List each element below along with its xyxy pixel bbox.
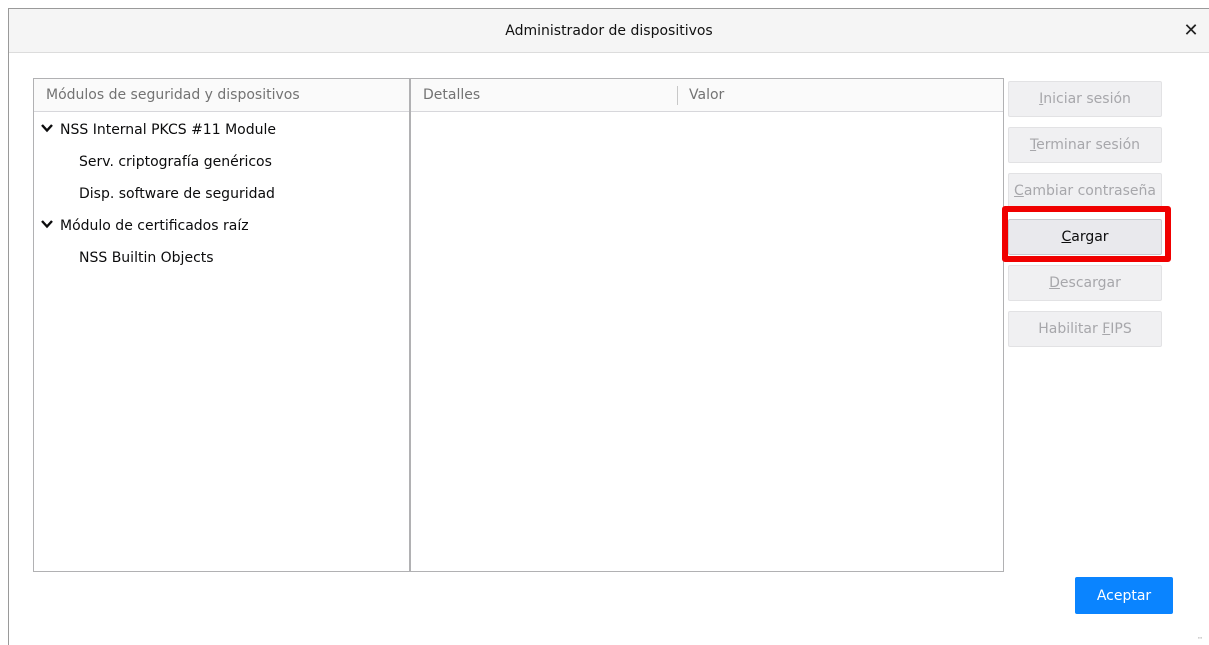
tree-item-label: Disp. software de seguridad (79, 186, 275, 202)
logout-button[interactable]: Terminar sesión (1008, 127, 1162, 163)
resize-grip-icon[interactable]: ⠤ (1197, 633, 1205, 641)
tree-item-nss-internal[interactable]: NSS Internal PKCS #11 Module (34, 114, 409, 146)
unload-button[interactable]: Descargar (1008, 265, 1162, 301)
title-bar: Administrador de dispositivos ✕ (9, 9, 1209, 53)
details-column-header: Detalles Valor (411, 79, 1003, 112)
chevron-down-icon[interactable] (40, 121, 54, 135)
modules-column-header[interactable]: Módulos de seguridad y dispositivos (34, 79, 409, 112)
enable-fips-button[interactable]: Habilitar FIPS (1008, 311, 1162, 347)
action-buttons: Iniciar sesión Terminar sesión Cambiar c… (1008, 81, 1162, 357)
modules-tree-panel: Módulos de seguridad y dispositivos NSS … (33, 78, 410, 572)
tree-item-label: NSS Internal PKCS #11 Module (60, 122, 276, 138)
tree-item-label: Serv. criptografía genéricos (79, 154, 272, 170)
ok-button[interactable]: Aceptar (1075, 577, 1173, 614)
load-button[interactable]: Cargar (1008, 219, 1162, 255)
tree-item-nss-builtin[interactable]: NSS Builtin Objects (34, 242, 409, 274)
modules-header-label: Módulos de seguridad y dispositivos (46, 87, 300, 103)
tree-item-software-device[interactable]: Disp. software de seguridad (34, 178, 409, 210)
tree-item-label: NSS Builtin Objects (79, 250, 214, 266)
details-panel: Detalles Valor (410, 78, 1004, 572)
details-header-label[interactable]: Detalles (423, 79, 480, 112)
chevron-down-icon[interactable] (40, 217, 54, 231)
login-button[interactable]: Iniciar sesión (1008, 81, 1162, 117)
close-icon: ✕ (1183, 20, 1199, 41)
tree-item-generic-crypto[interactable]: Serv. criptografía genéricos (34, 146, 409, 178)
close-button[interactable]: ✕ (1179, 19, 1203, 43)
tree-item-label: Módulo de certificados raíz (60, 218, 249, 234)
value-header-label[interactable]: Valor (689, 79, 724, 112)
modules-tree: NSS Internal PKCS #11 Module Serv. cript… (34, 112, 409, 274)
dialog-title: Administrador de dispositivos (505, 23, 713, 39)
column-separator[interactable] (677, 86, 678, 105)
tree-item-root-certs[interactable]: Módulo de certificados raíz (34, 210, 409, 242)
change-password-button[interactable]: Cambiar contraseña (1008, 173, 1162, 209)
